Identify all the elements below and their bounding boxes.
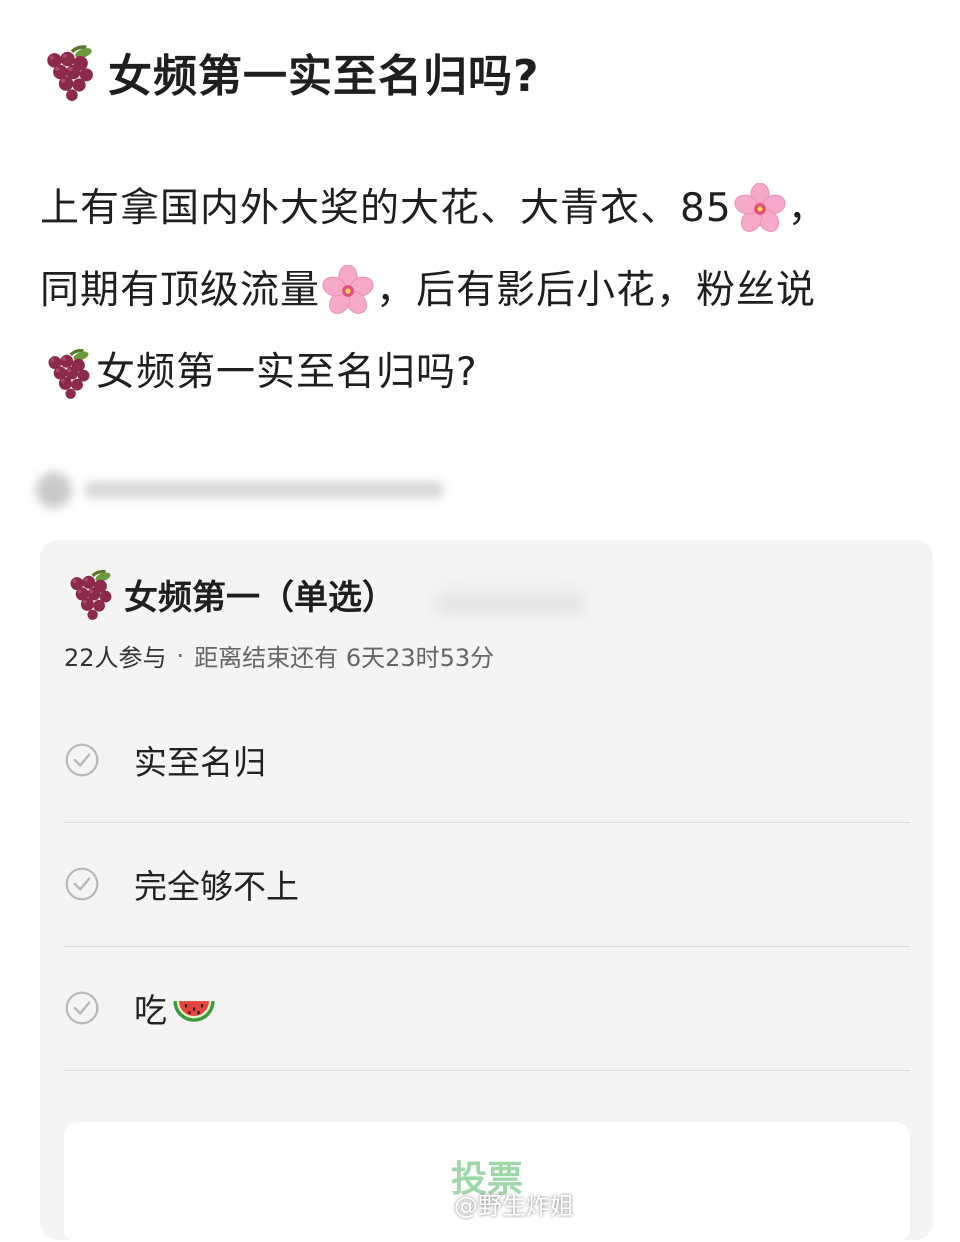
post-title-text: 女频第一实至名归吗?	[108, 51, 540, 102]
body-text: 同期有顶级流量	[40, 268, 321, 313]
poll-option-label-wrap: 吃	[134, 984, 217, 1032]
post-body: 上有拿国内外大奖的大花、大青衣、85 ， 同期有顶级流量 ，后有影后小花，粉丝说…	[40, 168, 930, 414]
poll-option-label: 完全够不上	[134, 867, 299, 906]
check-circle-icon	[64, 990, 100, 1026]
body-text: ，	[787, 186, 828, 231]
poll-option-2[interactable]: 完全够不上	[64, 822, 910, 947]
watermelon-icon	[171, 985, 217, 1031]
weibo-icon	[418, 1189, 448, 1219]
check-circle-icon	[64, 742, 100, 778]
body-text: ，后有影后小花，粉丝说	[376, 268, 817, 313]
poll-option-label: 实至名归	[134, 743, 266, 782]
poll-meta: 22人参与 · 距离结束还有 6天23时53分	[64, 638, 494, 673]
watermark: @野生炸姐	[418, 1186, 574, 1221]
body-text: 女频第一实至名归吗?	[96, 350, 478, 395]
check-circle-icon	[64, 866, 100, 902]
avatar	[36, 472, 72, 508]
poll-option-label: 吃	[134, 991, 167, 1030]
time-remaining: 距离结束还有 6天23时53分	[194, 644, 495, 672]
body-line-2: 同期有顶级流量 ，后有影后小花，粉丝说	[40, 250, 930, 332]
poll-title-text: 女频第一（单选）	[124, 577, 396, 618]
poll-option-3[interactable]: 吃	[64, 946, 910, 1071]
watermark-text: @野生炸姐	[454, 1192, 574, 1220]
poll-option-1[interactable]: 实至名归	[64, 698, 910, 823]
meta-separator: ·	[176, 641, 185, 670]
cherry-blossom-icon	[322, 265, 374, 317]
post-title: 女频第一实至名归吗?	[40, 40, 930, 104]
participant-count: 22人参与	[64, 644, 167, 672]
body-line-1: 上有拿国内外大奖的大花、大青衣、85 ，	[40, 168, 930, 250]
grapes-icon	[40, 43, 98, 101]
body-line-3: 女频第一实至名归吗?	[40, 332, 930, 414]
blurred-overlay	[435, 590, 585, 616]
poll-card: 女频第一（单选） 22人参与 · 距离结束还有 6天23时53分 实至名归 完全…	[40, 540, 933, 1242]
blurred-text	[84, 482, 444, 498]
blurred-author-row	[36, 470, 456, 510]
cherry-blossom-icon	[734, 183, 786, 235]
grapes-icon	[42, 347, 94, 399]
poll-title: 女频第一（单选）	[64, 568, 396, 620]
vote-button[interactable]: 投票	[64, 1122, 910, 1242]
grapes-icon	[64, 568, 116, 620]
body-text: 上有拿国内外大奖的大花、大青衣、85	[40, 186, 732, 231]
